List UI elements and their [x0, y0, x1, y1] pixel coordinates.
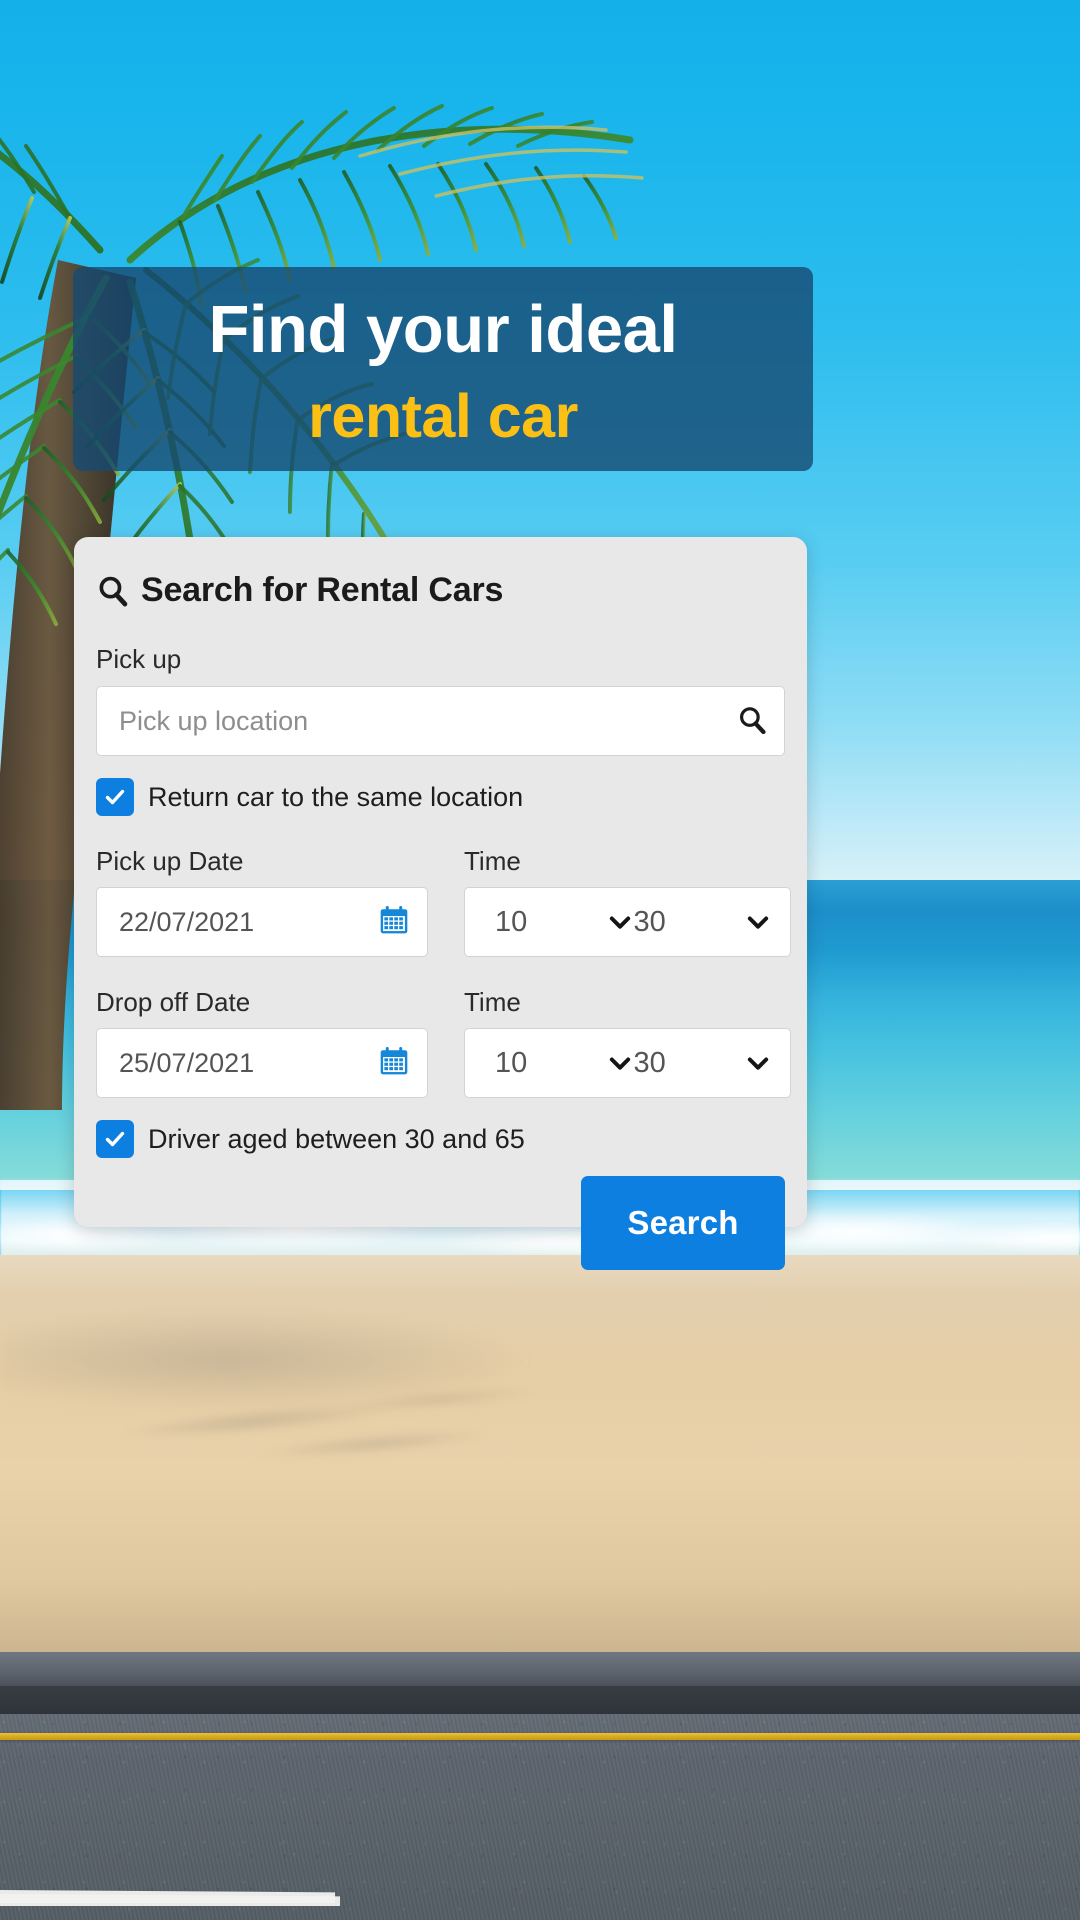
- card-title-row: Search for Rental Cars: [96, 571, 785, 610]
- hero-banner: Find your ideal rental car: [73, 267, 813, 471]
- dropoff-date-value: 25/07/2021: [119, 1047, 255, 1078]
- same-location-label: Return car to the same location: [148, 781, 524, 812]
- chevron-down-icon: [606, 1049, 634, 1077]
- pickup-date-field[interactable]: 22/07/2021: [96, 887, 428, 957]
- pickup-hour-select[interactable]: 10: [495, 906, 634, 939]
- chevron-down-icon: [744, 908, 772, 936]
- pickup-location-field[interactable]: [96, 686, 785, 756]
- road-curb-face: [0, 1686, 1080, 1714]
- road-texture: [0, 1714, 1080, 1920]
- hero-headline-line2: rental car: [308, 382, 578, 451]
- dropoff-hour-value: 10: [495, 1046, 528, 1079]
- dropoff-time-field: 10 30: [464, 1028, 791, 1098]
- dropoff-time-col: Time 10 30: [464, 961, 791, 1098]
- app-screen: Find your ideal rental car Search for Re…: [0, 0, 1080, 1920]
- pickup-date-value: 22/07/2021: [119, 906, 255, 937]
- pickup-location-label: Pick up: [96, 644, 182, 674]
- search-button-row: Search: [96, 1176, 785, 1270]
- pickup-minute-value: 30: [633, 905, 666, 938]
- road-curb-top: [0, 1652, 1080, 1686]
- pickup-time-label: Time: [464, 846, 521, 876]
- calendar-icon[interactable]: [377, 903, 411, 942]
- pickup-hour-value: 10: [495, 905, 528, 938]
- driver-age-checkbox[interactable]: [96, 1120, 134, 1158]
- pickup-time-field: 10 30: [464, 887, 791, 957]
- dropoff-datetime-row: Drop off Date 25/07/2021 Time 10 30: [96, 961, 791, 1098]
- driver-age-label: Driver aged between 30 and 65: [148, 1123, 525, 1154]
- dropoff-minute-value: 30: [633, 1046, 666, 1079]
- same-location-checkbox[interactable]: [96, 778, 134, 816]
- dropoff-time-label: Time: [464, 987, 521, 1017]
- pickup-date-col: Pick up Date 22/07/2021: [96, 820, 428, 957]
- driver-age-row[interactable]: Driver aged between 30 and 65: [96, 1120, 785, 1158]
- dropoff-hour-select[interactable]: 10: [495, 1047, 634, 1080]
- check-icon: [105, 789, 125, 805]
- chevron-down-icon: [744, 1049, 772, 1077]
- pickup-time-col: Time 10 30: [464, 820, 791, 957]
- check-icon: [105, 1131, 125, 1147]
- pickup-minute-select[interactable]: 30: [634, 906, 773, 939]
- search-icon: [96, 574, 130, 608]
- calendar-icon[interactable]: [377, 1044, 411, 1083]
- search-button[interactable]: Search: [581, 1176, 785, 1270]
- pickup-location-search-button[interactable]: [720, 687, 784, 755]
- road-yellow-line: [0, 1733, 1080, 1740]
- dropoff-minute-select[interactable]: 30: [634, 1047, 773, 1080]
- road: [0, 1714, 1080, 1920]
- pickup-datetime-row: Pick up Date 22/07/2021 Time 10 30: [96, 820, 791, 957]
- search-icon: [736, 704, 768, 739]
- chevron-down-icon: [606, 908, 634, 936]
- rental-search-card: Search for Rental Cars Pick up Pick up l…: [74, 537, 807, 1270]
- dropoff-date-label: Drop off Date: [96, 987, 251, 1017]
- pickup-date-label: Pick up Date: [96, 846, 244, 876]
- pickup-location-input[interactable]: [97, 687, 720, 755]
- card-title-text: Search for Rental Cars: [141, 571, 504, 609]
- hero-headline-line1: Find your ideal: [208, 291, 679, 367]
- dropoff-date-field[interactable]: 25/07/2021: [96, 1028, 428, 1098]
- dropoff-date-col: Drop off Date 25/07/2021: [96, 961, 428, 1098]
- same-location-row[interactable]: Return car to the same location: [96, 778, 785, 816]
